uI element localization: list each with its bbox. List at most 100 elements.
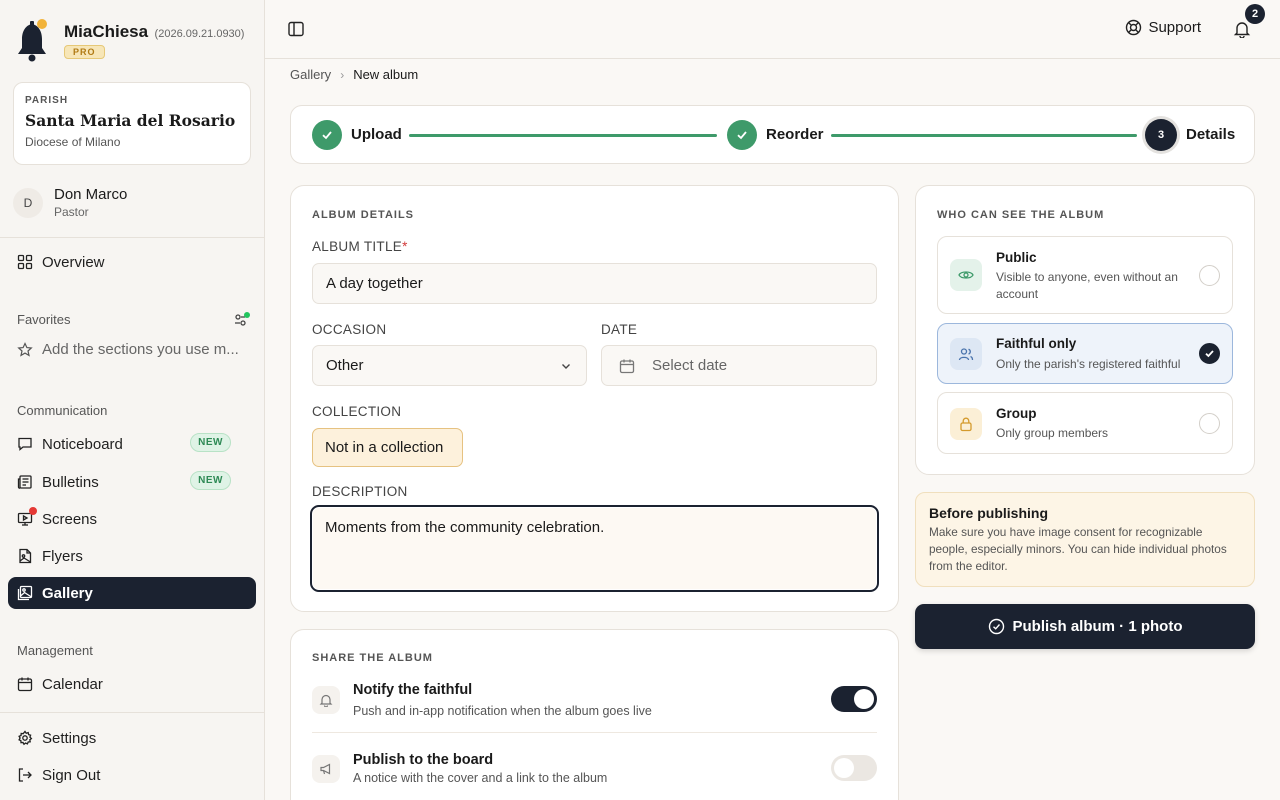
notifications-bell-icon[interactable] bbox=[1233, 20, 1251, 39]
radio-group[interactable] bbox=[1199, 413, 1220, 434]
album-title-label-text: ALBUM TITLE bbox=[312, 239, 403, 254]
visibility-option-public[interactable]: Public Visible to anyone, even without a… bbox=[937, 236, 1233, 314]
favorites-hint-text: Add the sections you use m... bbox=[42, 341, 239, 358]
calendar-icon bbox=[619, 359, 635, 374]
sidebar-item-overview[interactable]: Overview bbox=[8, 246, 256, 278]
divider bbox=[0, 712, 265, 713]
date-placeholder: Select date bbox=[652, 357, 728, 374]
notice-title: Before publishing bbox=[929, 505, 1048, 521]
sidebar-item-calendar[interactable]: Calendar bbox=[8, 668, 256, 700]
edit-favorites-icon[interactable] bbox=[233, 311, 251, 329]
share-title: SHARE THE ALBUM bbox=[312, 652, 433, 664]
parish-kicker: PARISH bbox=[25, 95, 69, 106]
file-image-icon bbox=[19, 548, 32, 564]
chevron-down-icon bbox=[562, 364, 570, 369]
visibility-option-title: Faithful only bbox=[996, 336, 1077, 351]
parish-card[interactable]: PARISH Santa Maria del Rosario Diocese o… bbox=[13, 82, 251, 165]
grid-icon bbox=[17, 254, 33, 270]
notice-body: Make sure you have image consent for rec… bbox=[929, 525, 1227, 573]
radio-faithful-checked[interactable] bbox=[1199, 343, 1220, 364]
favorites-label: Favorites bbox=[17, 312, 71, 327]
publish-album-button[interactable]: Publish album · 1 photo bbox=[915, 604, 1255, 649]
communication-label: Communication bbox=[17, 403, 108, 418]
favorites-hint[interactable]: Add the sections you use m... bbox=[17, 341, 249, 358]
sidebar-item-sign-out[interactable]: Sign Out bbox=[8, 759, 256, 791]
step-details-label: Details bbox=[1186, 126, 1236, 143]
divider bbox=[0, 237, 265, 238]
top-bar: Support 2 bbox=[265, 0, 1280, 59]
step-connector bbox=[831, 134, 1137, 137]
sidebar-item-label: Noticeboard bbox=[42, 435, 123, 453]
description-label: DESCRIPTION bbox=[312, 484, 408, 499]
collection-selector[interactable]: Not in a collection bbox=[312, 428, 463, 467]
newspaper-icon bbox=[17, 475, 32, 489]
occasion-value: Other bbox=[326, 357, 364, 374]
brand[interactable]: MiaChiesa (2026.09.21.0930) PRO bbox=[16, 18, 244, 62]
sidebar-item-label: Bulletins bbox=[42, 473, 99, 491]
step-upload-check-icon[interactable] bbox=[312, 120, 342, 150]
management-label: Management bbox=[17, 643, 93, 658]
collection-label: COLLECTION bbox=[312, 404, 402, 419]
publish-album-label: Publish album · 1 photo bbox=[1012, 618, 1183, 635]
check-circle-icon bbox=[988, 618, 1004, 635]
progress-stepper: Upload Reorder 3 Details bbox=[290, 105, 1255, 164]
avatar: D bbox=[13, 187, 43, 218]
toggle-knob bbox=[854, 689, 874, 709]
sidebar-item-label: Calendar bbox=[42, 675, 103, 693]
calendar-icon bbox=[17, 677, 33, 692]
user-role: Pastor bbox=[54, 205, 89, 219]
breadcrumb-current: New album bbox=[353, 67, 419, 82]
new-badge: NEW bbox=[190, 471, 231, 490]
message-icon bbox=[18, 437, 32, 451]
notify-desc: Push and in-app notification when the al… bbox=[353, 704, 652, 718]
radio-public[interactable] bbox=[1199, 265, 1220, 286]
occasion-label: OCCASION bbox=[312, 322, 387, 337]
notify-toggle[interactable] bbox=[831, 686, 877, 712]
step-reorder-check-icon[interactable] bbox=[727, 120, 757, 150]
sidebar-toggle-icon[interactable] bbox=[287, 20, 305, 38]
breadcrumb-separator: › bbox=[340, 67, 345, 82]
before-publishing-notice: Before publishing Make sure you have ima… bbox=[915, 492, 1255, 587]
notify-title: Notify the faithful bbox=[353, 682, 473, 698]
visibility-option-title: Public bbox=[996, 250, 1037, 265]
sidebar-item-screens[interactable]: Screens bbox=[8, 503, 256, 535]
sign-out-icon bbox=[18, 768, 32, 782]
sidebar-item-gallery[interactable]: Gallery bbox=[8, 577, 256, 609]
date-label: DATE bbox=[601, 322, 638, 337]
user-name: Don Marco bbox=[54, 186, 128, 203]
sidebar-item-label: Flyers bbox=[42, 547, 83, 565]
visibility-option-faithful[interactable]: Faithful only Only the parish's register… bbox=[937, 323, 1233, 384]
board-toggle[interactable] bbox=[831, 755, 877, 781]
user-profile[interactable]: D Don Marco Pastor bbox=[13, 186, 127, 219]
date-picker[interactable]: Select date bbox=[601, 345, 877, 386]
visibility-option-desc: Visible to anyone, even without an accou… bbox=[996, 270, 1178, 301]
visibility-option-desc: Only the parish's registered faithful bbox=[996, 357, 1181, 371]
visibility-option-group[interactable]: Group Only group members bbox=[937, 392, 1233, 454]
megaphone-icon bbox=[312, 755, 340, 783]
brand-version: (2026.09.21.0930) bbox=[154, 28, 245, 40]
sidebar-item-label: Screens bbox=[42, 510, 98, 528]
bell-logo-icon bbox=[16, 18, 52, 62]
required-mark: * bbox=[402, 239, 408, 254]
parish-diocese: Diocese of Milano bbox=[25, 135, 121, 149]
description-textarea[interactable]: Moments from the community celebration. bbox=[310, 505, 879, 592]
breadcrumb-gallery-link[interactable]: Gallery bbox=[290, 67, 331, 82]
board-title: Publish to the board bbox=[353, 752, 494, 768]
notification-count-badge: 2 bbox=[1245, 4, 1265, 24]
lock-icon bbox=[950, 408, 982, 440]
album-title-label: ALBUM TITLE* bbox=[312, 239, 408, 254]
brand-name: MiaChiesa bbox=[64, 22, 149, 41]
sidebar-item-label: Sign Out bbox=[42, 766, 101, 784]
visibility-title: WHO CAN SEE THE ALBUM bbox=[937, 209, 1105, 221]
album-title-input[interactable]: A day together bbox=[312, 263, 877, 304]
toggle-knob bbox=[834, 758, 854, 778]
step-connector bbox=[409, 134, 717, 137]
sidebar-item-label: Gallery bbox=[42, 584, 93, 602]
support-button[interactable]: Support bbox=[1125, 19, 1201, 36]
sidebar-item-settings[interactable]: Settings bbox=[8, 722, 256, 754]
bell-icon bbox=[312, 686, 340, 714]
sidebar-item-flyers[interactable]: Flyers bbox=[8, 540, 256, 572]
step-upload-label: Upload bbox=[351, 126, 402, 143]
occasion-select[interactable]: Other bbox=[312, 345, 587, 386]
lifebuoy-icon bbox=[1126, 19, 1142, 36]
